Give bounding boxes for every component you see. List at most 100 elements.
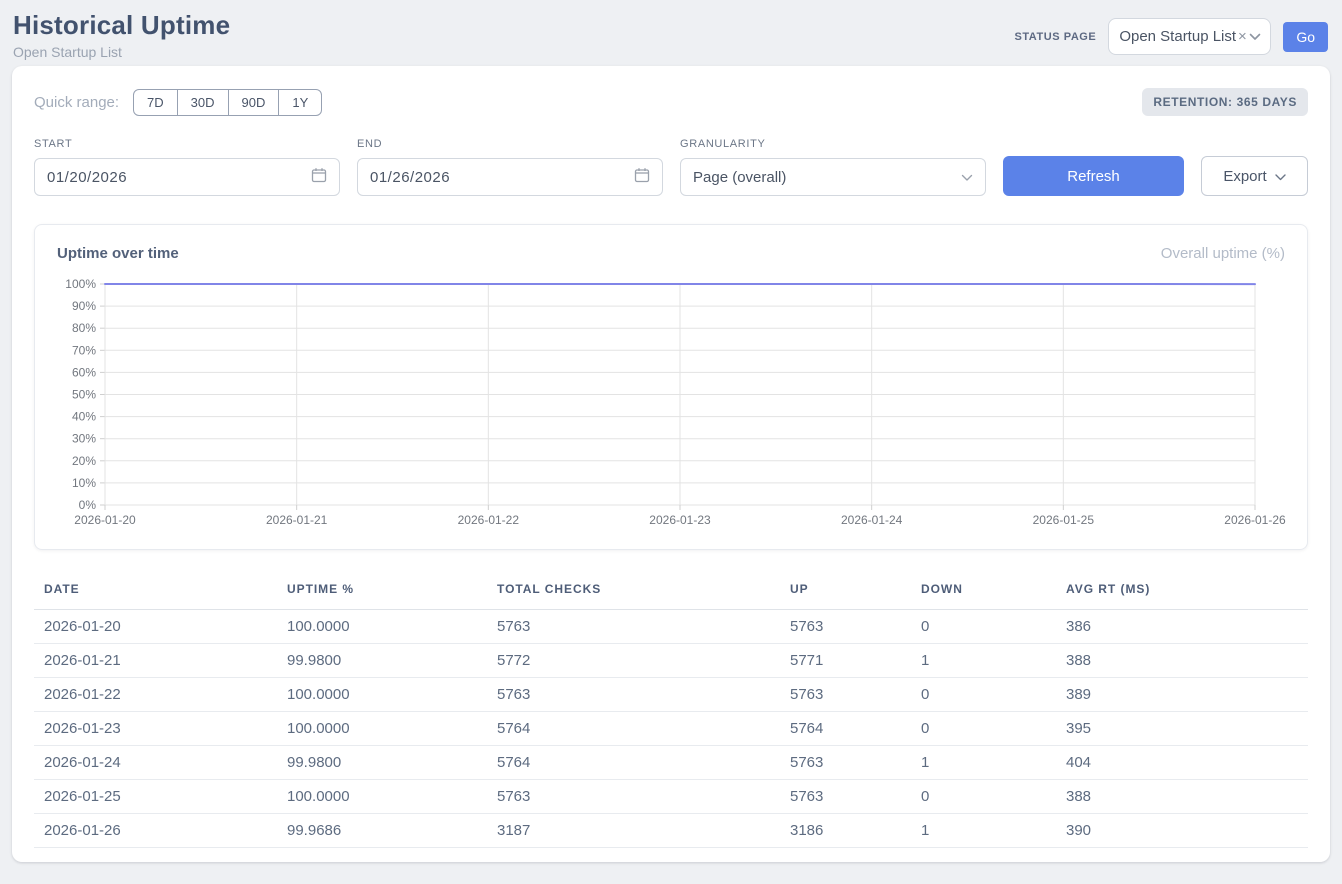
cell-total-checks: 5763 xyxy=(487,678,780,712)
table-row: 2026-01-2499.9800576457631404 xyxy=(34,746,1308,780)
chart-card: Uptime over time Overall uptime (%) 0% 10… xyxy=(34,224,1308,550)
cell-avg-rt-ms: 388 xyxy=(1056,644,1308,678)
svg-text:0%: 0% xyxy=(79,498,97,512)
cell-uptime: 100.0000 xyxy=(277,610,487,644)
cell-down: 0 xyxy=(911,678,1056,712)
cell-up: 5763 xyxy=(780,678,911,712)
quick-range-button-90d[interactable]: 90D xyxy=(228,89,280,116)
chevron-down-icon xyxy=(961,169,973,186)
granularity-label: GRANULARITY xyxy=(680,138,986,150)
export-button-label: Export xyxy=(1223,168,1266,185)
retention-badge: RETENTION: 365 DAYS xyxy=(1142,88,1308,116)
svg-text:20%: 20% xyxy=(72,454,96,468)
svg-text:100%: 100% xyxy=(65,277,96,291)
svg-text:40%: 40% xyxy=(72,410,96,424)
cell-total-checks: 5763 xyxy=(487,610,780,644)
cell-down: 0 xyxy=(911,610,1056,644)
table-row: 2026-01-2199.9800577257711388 xyxy=(34,644,1308,678)
table-row: 2026-01-2699.9686318731861390 xyxy=(34,814,1308,848)
table-header: DATEUPTIME %TOTAL CHECKSUPDOWNAVG RT (MS… xyxy=(34,574,1308,610)
cell-date: 2026-01-23 xyxy=(34,712,277,746)
cell-up: 5763 xyxy=(780,746,911,780)
export-button[interactable]: Export xyxy=(1201,156,1308,196)
svg-text:2026-01-20: 2026-01-20 xyxy=(74,513,136,527)
cell-total-checks: 5764 xyxy=(487,712,780,746)
page-header: Historical Uptime Open Startup List STAT… xyxy=(0,0,1342,66)
cell-total-checks: 5772 xyxy=(487,644,780,678)
svg-text:2026-01-24: 2026-01-24 xyxy=(841,513,903,527)
cell-down: 0 xyxy=(911,780,1056,814)
cell-date: 2026-01-20 xyxy=(34,610,277,644)
quick-range-button-30d[interactable]: 30D xyxy=(177,89,229,116)
cell-down: 1 xyxy=(911,746,1056,780)
title-block: Historical Uptime Open Startup List xyxy=(13,10,230,60)
cell-down: 1 xyxy=(911,814,1056,848)
cell-uptime: 100.0000 xyxy=(277,712,487,746)
chart-legend: Overall uptime (%) xyxy=(1161,245,1285,262)
granularity-select[interactable]: Page (overall) xyxy=(680,158,986,196)
cell-avg-rt-ms: 389 xyxy=(1056,678,1308,712)
filters-row: START 01/20/2026 END 01/26/2026 GRANULAR… xyxy=(34,138,1308,196)
cell-total-checks: 3187 xyxy=(487,814,780,848)
svg-text:2026-01-26: 2026-01-26 xyxy=(1224,513,1286,527)
end-date-input[interactable]: 01/26/2026 xyxy=(357,158,663,196)
cell-avg-rt-ms: 388 xyxy=(1056,780,1308,814)
column-header-down: DOWN xyxy=(911,574,1056,610)
page-title: Historical Uptime xyxy=(13,10,230,41)
uptime-line-chart: 0%10%20%30%40%50%60%70%80%90%100%2026-01… xyxy=(57,276,1287,528)
quick-range-button-1y[interactable]: 1Y xyxy=(278,89,322,116)
cell-uptime: 99.9800 xyxy=(277,746,487,780)
cell-down: 1 xyxy=(911,644,1056,678)
cell-date: 2026-01-21 xyxy=(34,644,277,678)
start-date-label: START xyxy=(34,138,340,150)
granularity-selected-value: Page (overall) xyxy=(693,169,786,186)
chart-area: 0%10%20%30%40%50%60%70%80%90%100%2026-01… xyxy=(57,276,1285,533)
svg-text:70%: 70% xyxy=(72,343,96,357)
quick-range-buttons: 7D30D90D1Y xyxy=(133,89,322,116)
calendar-icon[interactable] xyxy=(634,167,650,187)
svg-text:2026-01-22: 2026-01-22 xyxy=(458,513,520,527)
cell-up: 3186 xyxy=(780,814,911,848)
clear-selection-icon[interactable]: × xyxy=(1238,28,1247,45)
end-date-value: 01/26/2026 xyxy=(370,169,450,186)
end-date-label: END xyxy=(357,138,663,150)
status-page-select[interactable]: Open Startup List × xyxy=(1108,18,1271,55)
cell-up: 5771 xyxy=(780,644,911,678)
go-button[interactable]: Go xyxy=(1283,22,1328,52)
table-row: 2026-01-23100.0000576457640395 xyxy=(34,712,1308,746)
calendar-icon[interactable] xyxy=(311,167,327,187)
cell-avg-rt-ms: 386 xyxy=(1056,610,1308,644)
uptime-table: DATEUPTIME %TOTAL CHECKSUPDOWNAVG RT (MS… xyxy=(34,574,1308,848)
cell-date: 2026-01-24 xyxy=(34,746,277,780)
start-date-input[interactable]: 01/20/2026 xyxy=(34,158,340,196)
svg-text:2026-01-21: 2026-01-21 xyxy=(266,513,328,527)
svg-text:50%: 50% xyxy=(72,388,96,402)
cell-up: 5763 xyxy=(780,610,911,644)
refresh-button[interactable]: Refresh xyxy=(1003,156,1184,196)
quick-range-group: Quick range: 7D30D90D1Y xyxy=(34,89,322,116)
column-header-up: UP xyxy=(780,574,911,610)
cell-up: 5764 xyxy=(780,712,911,746)
start-date-field: START 01/20/2026 xyxy=(34,138,340,196)
cell-uptime: 99.9686 xyxy=(277,814,487,848)
cell-total-checks: 5763 xyxy=(487,780,780,814)
cell-avg-rt-ms: 390 xyxy=(1056,814,1308,848)
column-header-uptime: UPTIME % xyxy=(277,574,487,610)
cell-date: 2026-01-22 xyxy=(34,678,277,712)
chart-header: Uptime over time Overall uptime (%) xyxy=(57,245,1285,262)
svg-text:2026-01-25: 2026-01-25 xyxy=(1033,513,1095,527)
granularity-field: GRANULARITY Page (overall) xyxy=(680,138,986,196)
svg-text:90%: 90% xyxy=(72,299,96,313)
quick-range-label: Quick range: xyxy=(34,94,119,111)
cell-uptime: 100.0000 xyxy=(277,678,487,712)
cell-avg-rt-ms: 395 xyxy=(1056,712,1308,746)
cell-date: 2026-01-26 xyxy=(34,814,277,848)
column-header-total-checks: TOTAL CHECKS xyxy=(487,574,780,610)
end-date-field: END 01/26/2026 xyxy=(357,138,663,196)
cell-date: 2026-01-25 xyxy=(34,780,277,814)
table-row: 2026-01-25100.0000576357630388 xyxy=(34,780,1308,814)
cell-uptime: 100.0000 xyxy=(277,780,487,814)
table-row: 2026-01-20100.0000576357630386 xyxy=(34,610,1308,644)
svg-text:10%: 10% xyxy=(72,476,96,490)
quick-range-button-7d[interactable]: 7D xyxy=(133,89,178,116)
